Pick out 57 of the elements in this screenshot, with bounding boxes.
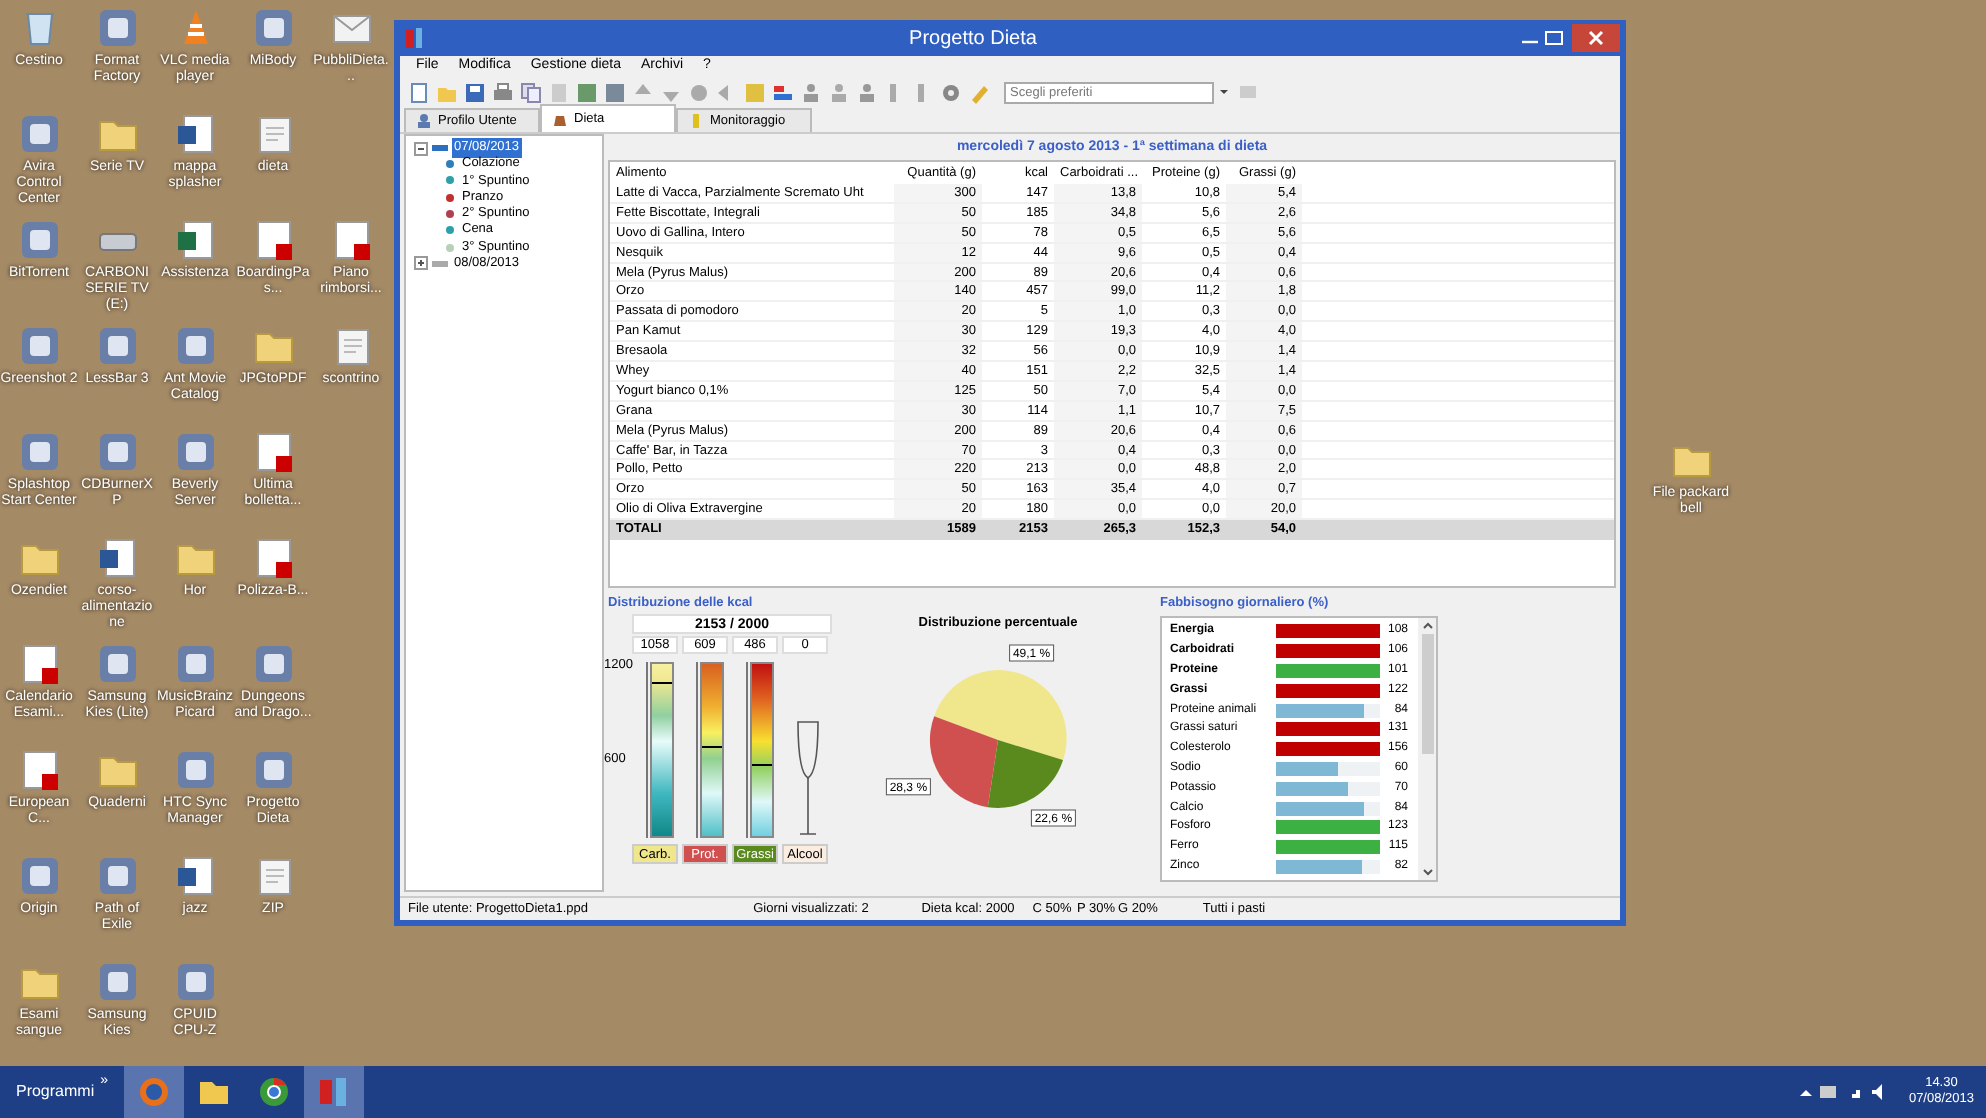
- caret-icon[interactable]: [1216, 84, 1232, 100]
- window-title: Progetto Dieta: [907, 25, 1039, 53]
- print-icon[interactable]: [492, 81, 514, 103]
- app-icon[interactable]: [95, 6, 139, 50]
- app-icon[interactable]: [17, 430, 61, 474]
- pdf-document-icon[interactable]: [17, 642, 61, 686]
- app-icon[interactable]: [17, 218, 61, 262]
- maximize-icon[interactable]: [1542, 28, 1566, 48]
- scroll-down-icon[interactable]: [1421, 868, 1433, 878]
- person-icon[interactable]: [856, 81, 878, 103]
- word-document-icon[interactable]: [95, 536, 139, 580]
- app-icon[interactable]: [95, 430, 139, 474]
- firefox-icon[interactable]: [136, 1074, 172, 1110]
- app-icon[interactable]: [17, 324, 61, 368]
- app-icon[interactable]: [173, 748, 217, 792]
- app-logo-icon[interactable]: [316, 1074, 352, 1110]
- circle-icon[interactable]: [688, 81, 710, 103]
- app-icon[interactable]: [95, 854, 139, 898]
- app-icon[interactable]: [173, 324, 217, 368]
- person-icon: [416, 112, 432, 130]
- app-icon[interactable]: [173, 642, 217, 686]
- bottle-icon: [688, 112, 704, 130]
- new-document-icon[interactable]: [408, 81, 430, 103]
- pdf-document-icon[interactable]: [329, 218, 373, 262]
- collapse-icon[interactable]: [414, 141, 428, 155]
- close-icon[interactable]: [1588, 30, 1604, 46]
- app-icon[interactable]: [95, 642, 139, 686]
- app-icon[interactable]: [173, 430, 217, 474]
- app-icon[interactable]: [95, 324, 139, 368]
- pdf-document-icon[interactable]: [17, 748, 61, 792]
- person-icon[interactable]: [828, 81, 850, 103]
- scroll-thumb[interactable]: [1421, 634, 1433, 754]
- app-logo-icon: [404, 26, 428, 50]
- save-icon[interactable]: [464, 81, 486, 103]
- app-icon[interactable]: [251, 642, 295, 686]
- app-icon[interactable]: [17, 854, 61, 898]
- app-icon[interactable]: [251, 6, 295, 50]
- pencil-icon[interactable]: [968, 81, 990, 103]
- word-document-icon[interactable]: [173, 112, 217, 156]
- app-icon[interactable]: [173, 960, 217, 1004]
- pdf-document-icon[interactable]: [251, 430, 295, 474]
- scrollbar[interactable]: [1418, 618, 1436, 880]
- app-icon[interactable]: [251, 748, 295, 792]
- spreadsheet-icon[interactable]: [173, 218, 217, 262]
- close-button[interactable]: [1572, 24, 1620, 52]
- bar-chart-icon[interactable]: [772, 81, 794, 103]
- expand-icon[interactable]: [414, 256, 428, 271]
- word-document-icon[interactable]: [173, 854, 217, 898]
- scroll-up-icon[interactable]: [1421, 620, 1433, 630]
- app-icon[interactable]: [95, 960, 139, 1004]
- disc-icon[interactable]: [940, 81, 962, 103]
- person-icon[interactable]: [800, 81, 822, 103]
- app-icon[interactable]: [17, 112, 61, 156]
- chrome-icon[interactable]: [256, 1074, 292, 1110]
- pdf-document-icon[interactable]: [251, 536, 295, 580]
- pdf-document-icon[interactable]: [251, 218, 295, 262]
- copy-icon[interactable]: [520, 81, 542, 103]
